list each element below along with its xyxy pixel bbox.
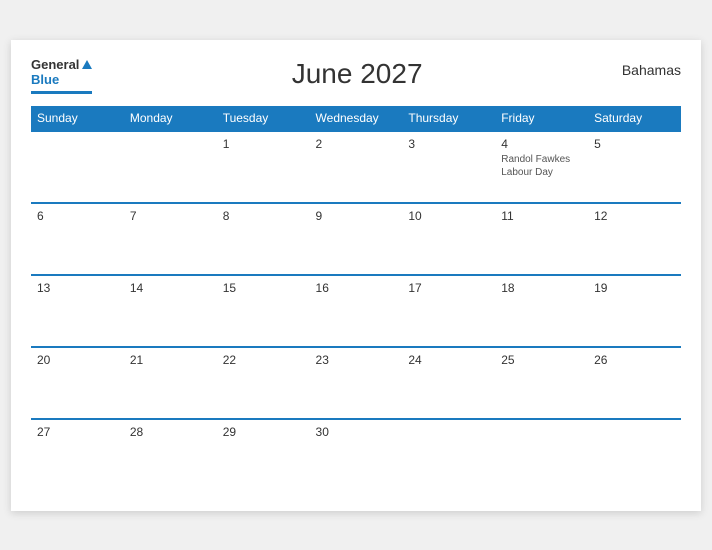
header-tuesday: Tuesday [217,106,310,131]
day-number: 9 [316,209,397,223]
day-number: 21 [130,353,211,367]
calendar-cell: 8 [217,203,310,275]
logo-general: General [31,58,79,71]
day-number: 1 [223,137,304,151]
logo-area: General Blue [31,58,92,94]
calendar-cell: 28 [124,419,217,491]
header-thursday: Thursday [402,106,495,131]
calendar-cell: 15 [217,275,310,347]
header-saturday: Saturday [588,106,681,131]
calendar-cell: 1 [217,131,310,203]
day-number: 7 [130,209,211,223]
calendar-week-4: 20 21 22 23 24 25 26 [31,347,681,419]
day-number: 2 [316,137,397,151]
calendar-title: June 2027 [292,58,423,90]
calendar-cell [31,131,124,203]
day-number: 19 [594,281,675,295]
day-number: 8 [223,209,304,223]
day-number: 10 [408,209,489,223]
calendar-cell: 3 [402,131,495,203]
day-number: 15 [223,281,304,295]
weekday-header-row: Sunday Monday Tuesday Wednesday Thursday… [31,106,681,131]
day-number: 18 [501,281,582,295]
header-sunday: Sunday [31,106,124,131]
day-number: 6 [37,209,118,223]
logo-triangle-icon [82,60,92,69]
day-number: 13 [37,281,118,295]
calendar-cell: 11 [495,203,588,275]
calendar-cell: 27 [31,419,124,491]
day-number: 12 [594,209,675,223]
calendar-week-3: 13 14 15 16 17 18 19 [31,275,681,347]
calendar-cell [124,131,217,203]
calendar-week-1: 1234 Randol Fawkes Labour Day 5 [31,131,681,203]
calendar-cell: 2 [310,131,403,203]
calendar-cell: 20 [31,347,124,419]
calendar-cell: 25 [495,347,588,419]
country-label: Bahamas [622,58,681,78]
calendar-week-5: 27 28 29 30 [31,419,681,491]
calendar-grid: Sunday Monday Tuesday Wednesday Thursday… [31,106,681,491]
calendar-cell [402,419,495,491]
day-number: 24 [408,353,489,367]
day-number: 14 [130,281,211,295]
day-number: 17 [408,281,489,295]
calendar-cell: 5 [588,131,681,203]
calendar-cell: 21 [124,347,217,419]
calendar-cell: 17 [402,275,495,347]
calendar-cell: 16 [310,275,403,347]
header-row: General Blue June 2027 Bahamas [31,58,681,94]
header-wednesday: Wednesday [310,106,403,131]
calendar-cell: 19 [588,275,681,347]
day-number: 11 [501,209,582,223]
calendar-cell: 6 [31,203,124,275]
day-number: 25 [501,353,582,367]
calendar-cell [495,419,588,491]
calendar-cell: 7 [124,203,217,275]
day-number: 16 [316,281,397,295]
day-number: 20 [37,353,118,367]
calendar-cell: 10 [402,203,495,275]
day-number: 23 [316,353,397,367]
holiday-name: Randol Fawkes Labour Day [501,153,582,179]
calendar-cell: 30 [310,419,403,491]
calendar-cell: 18 [495,275,588,347]
day-number: 22 [223,353,304,367]
day-number: 4 [501,137,582,151]
calendar-cell: 4 Randol Fawkes Labour Day [495,131,588,203]
day-number: 28 [130,425,211,439]
calendar-cell: 12 [588,203,681,275]
calendar-cell [588,419,681,491]
calendar-cell: 29 [217,419,310,491]
calendar-week-2: 6789 10 11 12 [31,203,681,275]
day-number: 29 [223,425,304,439]
calendar-cell: 14 [124,275,217,347]
calendar-cell: 23 [310,347,403,419]
calendar-cell: 22 [217,347,310,419]
logo-underline [31,91,92,94]
day-number: 27 [37,425,118,439]
calendar-cell: 9 [310,203,403,275]
header-friday: Friday [495,106,588,131]
logo-blue: Blue [31,72,59,87]
calendar-container: General Blue June 2027 Bahamas Sunday Mo… [11,40,701,511]
calendar-cell: 26 [588,347,681,419]
day-number: 26 [594,353,675,367]
day-number: 3 [408,137,489,151]
day-number: 30 [316,425,397,439]
calendar-cell: 13 [31,275,124,347]
calendar-cell: 24 [402,347,495,419]
header-monday: Monday [124,106,217,131]
day-number: 5 [594,137,675,151]
